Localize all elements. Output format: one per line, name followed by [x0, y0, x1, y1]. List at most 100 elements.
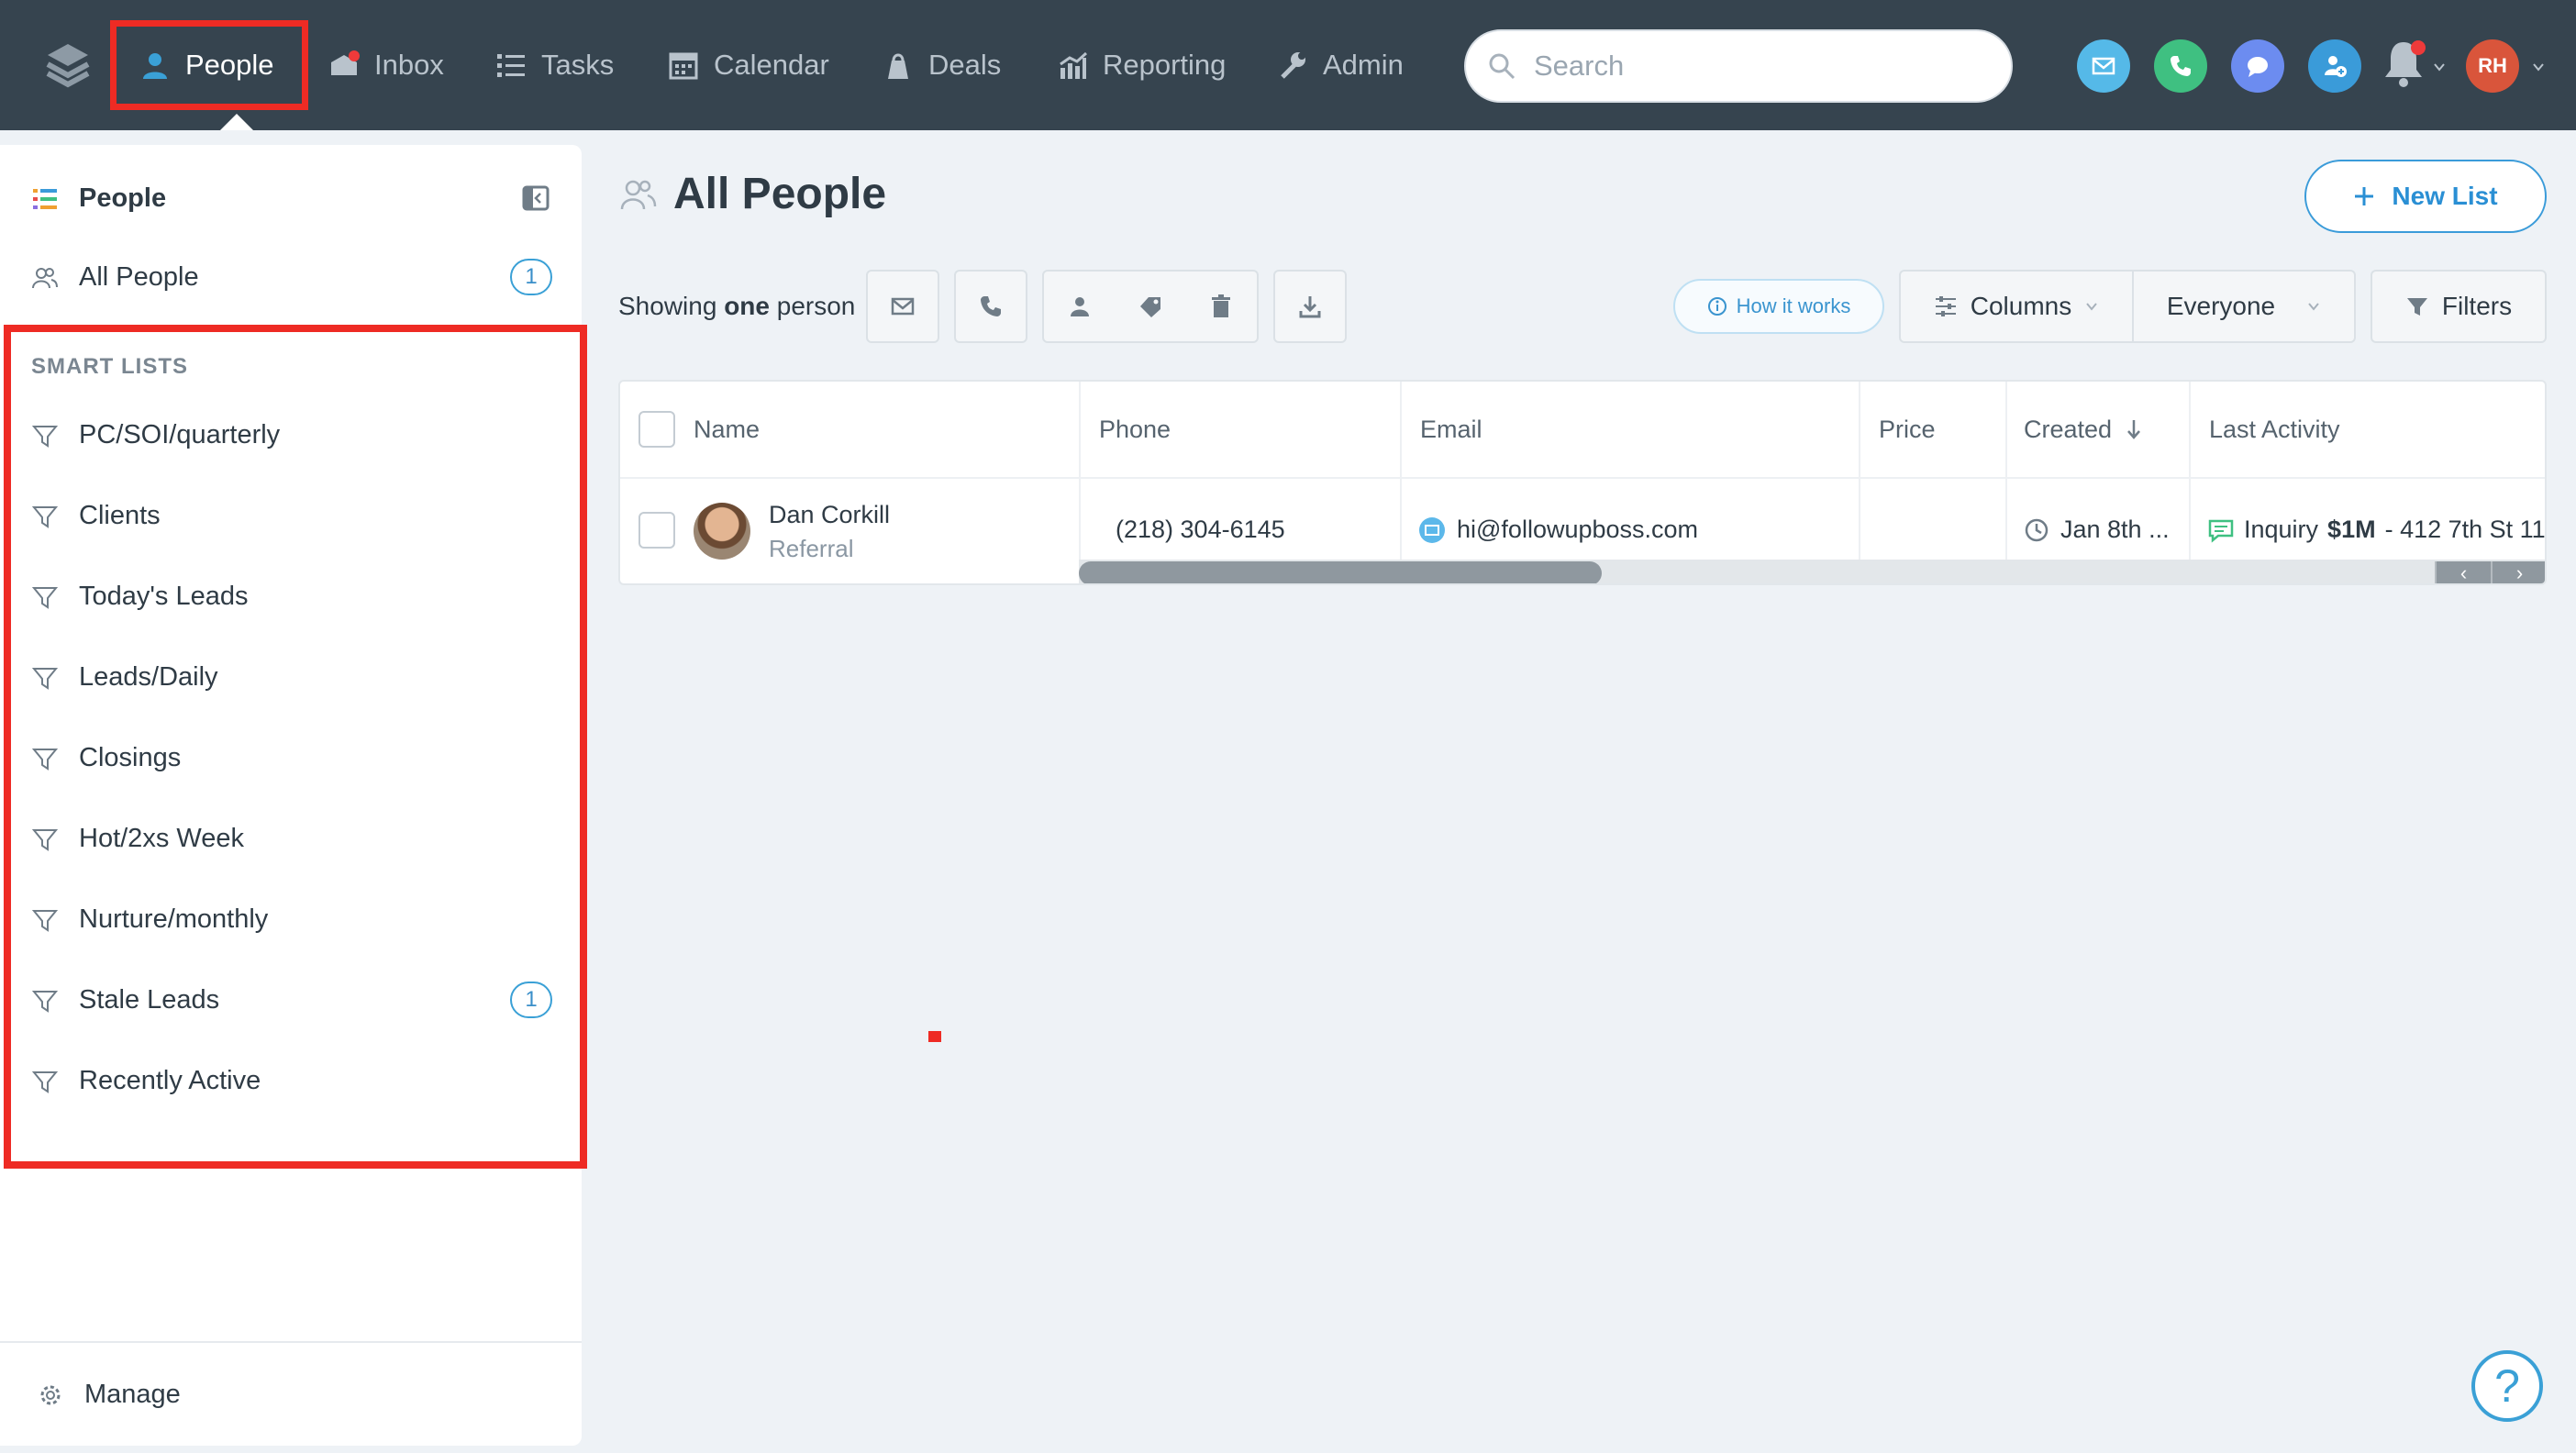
phone-icon — [2171, 56, 2191, 76]
column-divider — [2189, 382, 2191, 583]
person-email-cell[interactable]: hi@followupboss.com — [1418, 516, 1698, 544]
search-input[interactable] — [1534, 50, 1956, 83]
nav-inbox[interactable]: Inbox — [328, 0, 444, 130]
call-quick-button[interactable] — [2154, 39, 2207, 93]
header-divider — [620, 477, 2545, 479]
app-logo-icon[interactable] — [44, 40, 92, 88]
activity-amount: $1M — [2327, 516, 2376, 543]
tasks-list-icon — [497, 54, 525, 77]
user-avatar[interactable]: RH — [2466, 39, 2519, 93]
showing-prefix: Showing — [618, 292, 717, 320]
text-message-quick-button[interactable] — [2231, 39, 2284, 93]
nav-reporting-label: Reporting — [1103, 49, 1227, 81]
info-icon — [1707, 297, 1727, 316]
global-search[interactable] — [1464, 29, 2013, 103]
question-mark-icon: ? — [2494, 1360, 2520, 1412]
new-list-button[interactable]: New List — [2304, 160, 2547, 233]
bulk-call-button[interactable] — [954, 270, 1027, 343]
horizontal-scroll-arrows: ‹ › — [2435, 561, 2545, 583]
add-person-quick-button[interactable] — [2308, 39, 2361, 93]
tag-icon[interactable] — [1138, 294, 1163, 319]
select-all-checkbox[interactable] — [638, 411, 675, 448]
people-outline-icon — [32, 267, 58, 288]
column-header-email[interactable]: Email — [1420, 382, 1482, 477]
nav-tasks[interactable]: Tasks — [495, 0, 614, 130]
showing-count: one — [724, 292, 770, 320]
sidebar-divider — [0, 1341, 582, 1343]
nav-tasks-label: Tasks — [541, 49, 615, 81]
email-badge-icon — [1419, 516, 1445, 543]
nav-admin[interactable]: Admin — [1277, 0, 1404, 130]
chevron-down-icon[interactable] — [2532, 61, 2545, 73]
gear-icon — [40, 1385, 61, 1404]
person-avatar[interactable] — [694, 503, 750, 560]
sidebar-item-all-people[interactable]: All People — [31, 262, 550, 293]
column-header-phone[interactable]: Phone — [1099, 382, 1171, 477]
phone-icon — [981, 296, 1001, 316]
chevron-down-icon — [2308, 303, 2319, 311]
envelope-icon — [891, 297, 915, 316]
nav-calendar[interactable]: Calendar — [668, 0, 829, 130]
row-select-checkbox[interactable] — [638, 512, 675, 549]
export-download-button[interactable] — [1273, 270, 1347, 343]
calendar-icon — [669, 52, 698, 80]
scroll-right-arrow-icon[interactable]: › — [2491, 561, 2545, 583]
column-header-created-label: Created — [2024, 415, 2113, 443]
help-button[interactable]: ? — [2471, 1350, 2543, 1422]
everyone-label: Everyone — [2166, 292, 2276, 320]
sidebar-title: People — [31, 183, 166, 214]
sidebar-title-label: People — [79, 183, 167, 213]
how-it-works-button[interactable]: How it works — [1673, 279, 1884, 334]
scroll-left-arrow-icon[interactable]: ‹ — [2435, 561, 2491, 583]
filters-button[interactable]: Filters — [2371, 270, 2547, 343]
everyone-dropdown[interactable]: Everyone — [2132, 270, 2356, 343]
person-name-cell[interactable]: Dan Corkill Referral — [769, 501, 890, 563]
plus-icon — [2355, 187, 2374, 205]
active-nav-caret — [220, 114, 253, 130]
nav-deals-label: Deals — [928, 49, 1002, 81]
email-quick-button[interactable] — [2077, 39, 2130, 93]
people-lists-icon — [33, 188, 57, 209]
smart-lists-highlight-box — [4, 325, 587, 1169]
filters-label: Filters — [2441, 292, 2513, 320]
column-header-name[interactable]: Name — [694, 382, 760, 477]
column-divider — [1859, 382, 1860, 583]
sort-arrow-down-icon — [2127, 420, 2141, 439]
person-name[interactable]: Dan Corkill — [769, 501, 890, 529]
bulk-email-button[interactable] — [866, 270, 939, 343]
notifications-bell-icon[interactable] — [2382, 37, 2427, 90]
column-header-created[interactable]: Created — [2024, 382, 2143, 477]
person-phone[interactable]: (218) 304-6145 — [1116, 516, 1285, 544]
chevron-down-icon[interactable] — [2433, 61, 2446, 73]
inquiry-message-icon — [2208, 519, 2234, 543]
deals-bag-icon — [888, 53, 908, 79]
assign-person-icon[interactable] — [1067, 294, 1093, 319]
person-email: hi@followupboss.com — [1457, 516, 1699, 543]
page-title-text: All People — [673, 170, 887, 218]
page-title: All People — [620, 169, 886, 219]
sliders-icon — [1935, 296, 1956, 316]
column-header-price[interactable]: Price — [1879, 382, 1936, 477]
red-marker — [928, 1031, 941, 1042]
nav-reporting[interactable]: Reporting — [1057, 0, 1226, 130]
manage-label: Manage — [84, 1380, 181, 1409]
manage-lists-link[interactable]: Manage — [37, 1380, 181, 1410]
nav-calendar-label: Calendar — [714, 49, 829, 81]
clock-icon — [2025, 518, 2049, 541]
columns-dropdown[interactable]: Columns — [1899, 270, 2134, 343]
column-header-last-activity[interactable]: Last Activity — [2209, 382, 2340, 477]
horizontal-scrollbar-thumb[interactable] — [1079, 561, 1602, 583]
wrench-icon — [1281, 52, 1305, 79]
person-last-activity-cell[interactable]: Inquiry $1M - 412 7th St 112 — [2207, 516, 2547, 544]
chevron-down-icon — [2086, 303, 2098, 311]
bulk-action-group — [1042, 270, 1259, 343]
trash-icon[interactable] — [1208, 294, 1234, 319]
new-list-label: New List — [2392, 182, 2498, 210]
column-divider — [1079, 382, 1081, 583]
filter-funnel-icon — [2406, 298, 2427, 316]
collapse-sidebar-icon[interactable] — [521, 183, 550, 213]
nav-deals[interactable]: Deals — [883, 0, 1001, 130]
person-source: Referral — [769, 535, 854, 562]
activity-detail: - 412 7th St 112 — [2384, 516, 2547, 543]
person-created: Jan 8th ... — [2060, 516, 2170, 543]
